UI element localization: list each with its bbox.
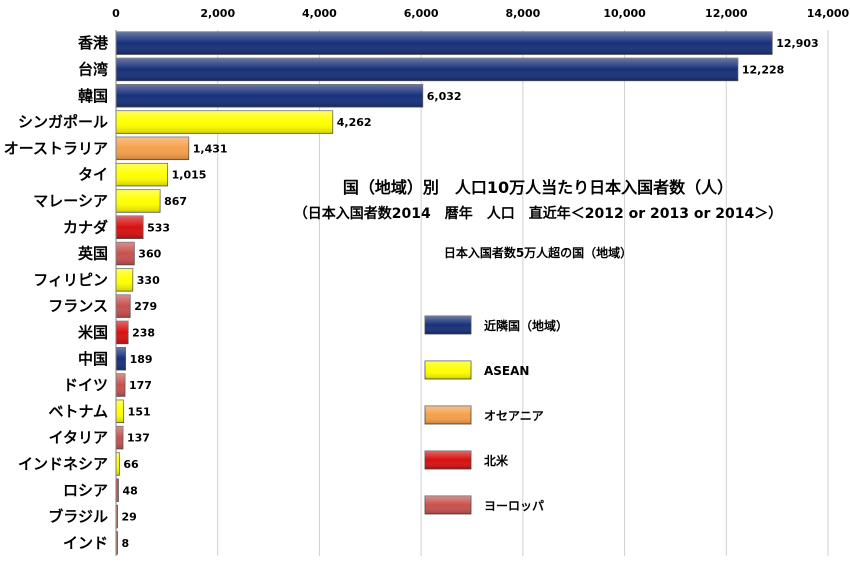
category-label: カナダ bbox=[63, 218, 108, 236]
category-label: インドネシア bbox=[18, 455, 108, 473]
bar-shading bbox=[116, 242, 135, 265]
chart-subtitle: （日本入国者数2014 暦年 人口 直近年＜2012 or 2013 or 20… bbox=[294, 205, 782, 222]
category-label: 香港 bbox=[78, 34, 109, 52]
legend: 近隣国（地域） ASEAN オセアニア北米ヨーロッパ bbox=[424, 315, 568, 515]
x-tick-label: 12,000 bbox=[705, 7, 748, 20]
x-tick-label: 14,000 bbox=[807, 7, 850, 20]
value-label: 533 bbox=[147, 221, 170, 234]
x-tick-label: 2,000 bbox=[200, 7, 235, 20]
bar-shading bbox=[116, 400, 124, 423]
bar-shading bbox=[116, 294, 131, 318]
population-entry-bar-chart: 0 2,000 4,000 6,000 8,000 10,000 12,000 14,000 … bbox=[4, 7, 850, 556]
bar-shading bbox=[116, 215, 144, 239]
legend-label: 近隣国（地域） bbox=[484, 318, 568, 333]
x-tick-label: 10,000 bbox=[603, 7, 646, 20]
category-labels: 香港台湾韓国シンガポールオーストラリアタイマレーシアカナダ英国フィリピンフランス… bbox=[4, 34, 109, 552]
value-label: 177 bbox=[129, 379, 152, 392]
category-label: ブラジル bbox=[48, 508, 108, 526]
value-label: 189 bbox=[130, 353, 153, 366]
bar-shading bbox=[116, 321, 129, 344]
legend-label: ASEAN bbox=[484, 364, 529, 378]
chart-note: 日本入国者数5万人超の国（地域） bbox=[444, 245, 632, 260]
value-label: 12,903 bbox=[776, 37, 818, 50]
bar-shading bbox=[116, 347, 126, 371]
category-label: タイ bbox=[78, 166, 108, 184]
bar-shading bbox=[116, 163, 168, 186]
x-tick-label: 8,000 bbox=[505, 7, 540, 20]
value-label: 66 bbox=[123, 458, 139, 471]
legend-swatch-shading bbox=[425, 451, 471, 469]
value-label: 867 bbox=[164, 195, 187, 208]
value-label: 330 bbox=[137, 274, 160, 287]
value-label: 1,431 bbox=[193, 142, 228, 155]
value-label: 1,015 bbox=[172, 169, 207, 182]
bar-shading bbox=[116, 452, 120, 476]
bar-shading bbox=[116, 426, 123, 449]
category-label: 中国 bbox=[78, 350, 108, 368]
category-label: イタリア bbox=[49, 429, 108, 447]
legend-label: ヨーロッパ bbox=[484, 499, 544, 513]
value-label: 6,032 bbox=[427, 90, 462, 103]
value-label: 12,228 bbox=[742, 63, 784, 76]
category-label: 韓国 bbox=[78, 87, 108, 105]
category-label: ドイツ bbox=[63, 376, 108, 394]
category-label: ベトナム bbox=[48, 402, 108, 420]
value-label: 8 bbox=[122, 537, 130, 550]
category-label: インド bbox=[63, 534, 108, 552]
bar-shading bbox=[116, 189, 161, 213]
value-label: 279 bbox=[134, 300, 157, 313]
x-axis-ticks: 0 2,000 4,000 6,000 8,000 10,000 12,000 14,000 bbox=[112, 7, 849, 20]
legend-swatch-shading bbox=[425, 496, 471, 514]
bar-shading bbox=[116, 137, 189, 160]
x-tick-label: 6,000 bbox=[404, 7, 439, 20]
bar-shading bbox=[116, 31, 773, 55]
legend-swatch-shading bbox=[425, 316, 471, 334]
category-label: ロシア bbox=[63, 481, 108, 499]
x-tick-label: 0 bbox=[112, 7, 120, 20]
bar-shading bbox=[116, 268, 133, 292]
legend-swatch-shading bbox=[425, 361, 471, 379]
value-label: 29 bbox=[122, 511, 137, 524]
value-label: 360 bbox=[138, 248, 161, 261]
value-label: 48 bbox=[122, 484, 137, 497]
legend-label: オセアニア bbox=[484, 409, 544, 423]
category-label: 台湾 bbox=[78, 60, 108, 78]
legend-label: 北米 bbox=[484, 453, 509, 468]
value-label: 238 bbox=[132, 326, 155, 339]
category-label: フランス bbox=[48, 297, 108, 315]
gridlines bbox=[115, 30, 829, 556]
value-label: 4,262 bbox=[337, 116, 372, 129]
category-label: 米国 bbox=[78, 323, 108, 341]
bar-shading bbox=[116, 110, 333, 134]
category-label: シンガポール bbox=[18, 113, 108, 131]
category-label: 英国 bbox=[78, 245, 108, 263]
bar-shading bbox=[116, 84, 423, 108]
bar-shading bbox=[116, 58, 738, 81]
category-label: マレーシア bbox=[33, 192, 108, 210]
value-label: 151 bbox=[128, 405, 151, 418]
bars bbox=[115, 31, 773, 555]
category-label: オーストラリア bbox=[4, 139, 108, 157]
bar-shading bbox=[116, 373, 126, 397]
chart-title: 国（地域）別 人口10万人当たり日本入国者数（人） bbox=[343, 178, 733, 197]
x-tick-label: 4,000 bbox=[302, 7, 337, 20]
legend-swatch-shading bbox=[425, 406, 471, 424]
value-label: 137 bbox=[127, 432, 150, 445]
category-label: フィリピン bbox=[33, 271, 108, 289]
